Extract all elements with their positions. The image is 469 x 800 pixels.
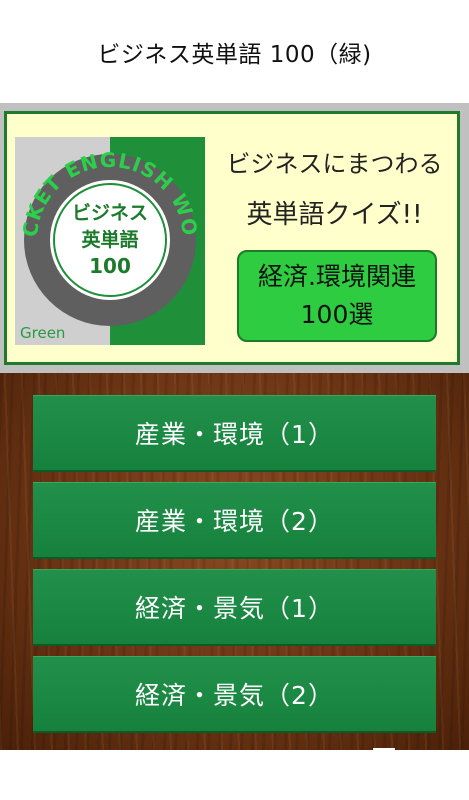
subject-line-2: 100選: [300, 300, 374, 329]
app-title-bar: ビジネス英単語 100（緑): [0, 0, 469, 103]
subject-line-1: 経済.環境関連: [258, 262, 416, 291]
promo-banner: POCKET ENGLISH WORD ビジネス 英単語 100 Green ビ…: [4, 111, 460, 365]
menu-button-industry-environment-2[interactable]: 産業・環境（2）: [33, 482, 436, 559]
app-title: ビジネス英単語 100（緑): [97, 41, 372, 68]
logo-center-text: 英単語: [81, 228, 138, 251]
subject-badge: 経済.環境関連 100選: [237, 250, 437, 342]
tagline-line-1: ビジネスにまつわる: [226, 150, 443, 178]
menu-button-economy-business-1[interactable]: 経済・景気（1）: [33, 569, 436, 646]
footer-area: [0, 748, 469, 800]
footer-tab-shape: [373, 748, 395, 758]
logo-center-text: 100: [89, 254, 131, 278]
banner-container: POCKET ENGLISH WORD ビジネス 英単語 100 Green ビ…: [0, 103, 469, 373]
menu-button-industry-environment-1[interactable]: 産業・環境（1）: [33, 395, 436, 472]
menu-button-economy-business-2[interactable]: 経済・景気（2）: [33, 656, 436, 733]
logo-center-text: ビジネス: [72, 202, 148, 224]
pocket-english-word-logo: POCKET ENGLISH WORD ビジネス 英単語 100 Green: [15, 137, 205, 345]
logo-badge-icon: POCKET ENGLISH WORD ビジネス 英単語 100: [15, 137, 201, 326]
edition-label: Green: [20, 324, 66, 342]
tagline-line-2: 英単語クイズ!!: [246, 200, 423, 230]
